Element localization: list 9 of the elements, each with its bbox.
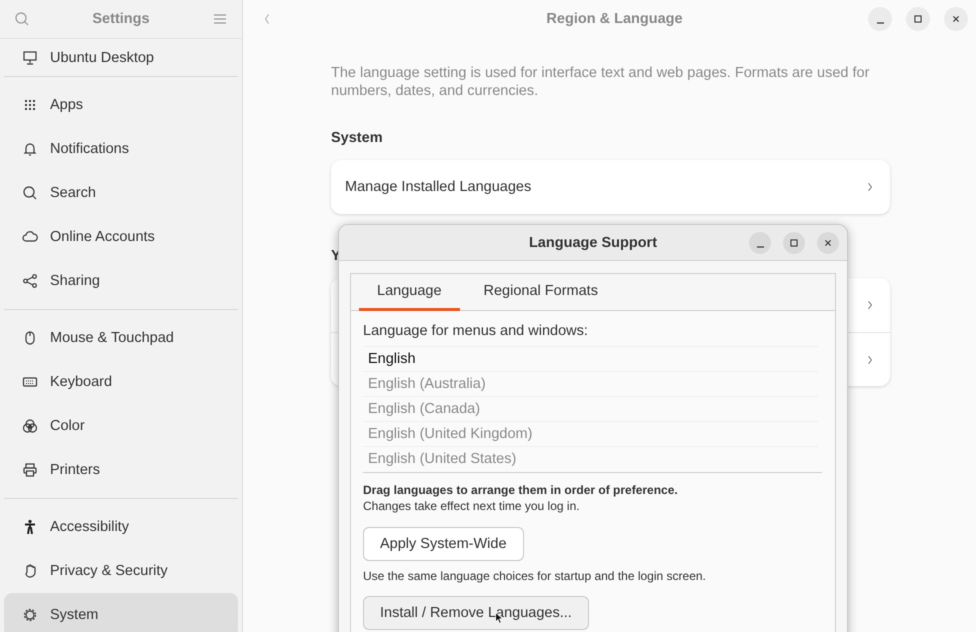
hint-text: Drag languages to arrange them in order of preference.	[363, 483, 679, 497]
note-text: Changes take effect next time you log in.	[363, 499, 581, 513]
dialog-title: Language Support	[528, 234, 658, 250]
note-text: Use the same language choices for startup and the login screen.	[363, 569, 707, 583]
list-label: Language for menus and windows:	[363, 323, 589, 339]
section-heading: System	[331, 130, 384, 146]
sidebar-title: Settings	[92, 11, 150, 27]
page-title: Region & Language	[546, 11, 683, 27]
description-text: The language setting is used for interface text and web pages. Formats are used for numbers, dates, and currencies.	[331, 64, 870, 100]
